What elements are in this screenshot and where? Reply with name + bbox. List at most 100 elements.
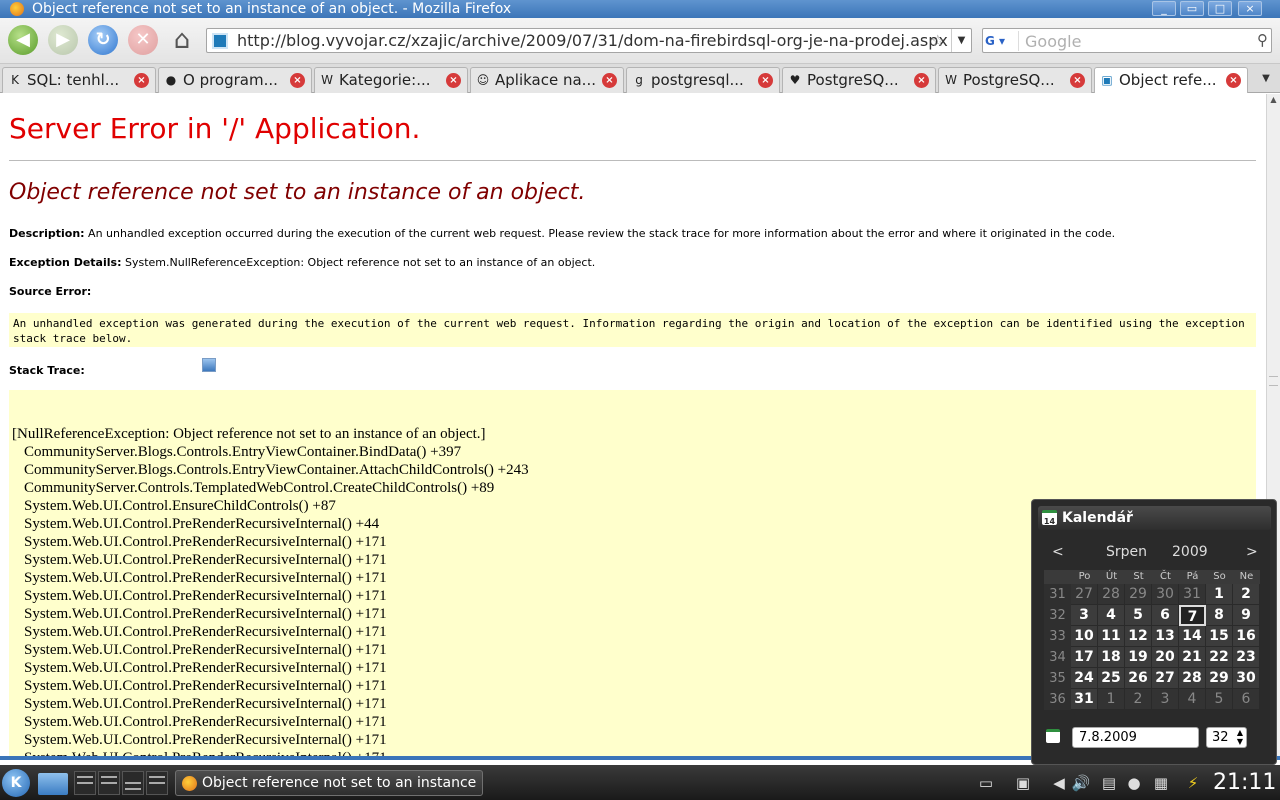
tab-close-icon[interactable]: ×: [1070, 73, 1085, 88]
tab-5[interactable]: ♥ PostgreSQ... ×: [782, 67, 936, 93]
spin-arrows-icon[interactable]: ▲ ▼: [1237, 728, 1243, 746]
reload-button[interactable]: ↻: [88, 25, 118, 55]
scroll-up-icon[interactable]: ▲: [1267, 94, 1280, 106]
network-icon[interactable]: ▣: [1010, 771, 1036, 795]
calendar-day[interactable]: 4: [1098, 605, 1125, 626]
calendar-day[interactable]: 2: [1125, 689, 1152, 710]
calendar-day[interactable]: 4: [1179, 689, 1206, 710]
calendar-day[interactable]: 19: [1125, 647, 1152, 668]
calendar-day[interactable]: 8: [1206, 605, 1233, 626]
calendar-day[interactable]: 18: [1098, 647, 1125, 668]
tab-0[interactable]: K SQL: tenhl... ×: [2, 67, 156, 93]
calendar-day[interactable]: 25: [1098, 668, 1125, 689]
keyboard-icon[interactable]: ▦: [1148, 771, 1174, 795]
next-month-button[interactable]: >: [1246, 544, 1258, 560]
desktop-pager-3[interactable]: [122, 771, 144, 795]
volume-icon[interactable]: 🔊: [1070, 771, 1092, 795]
calendar-day[interactable]: 21: [1179, 647, 1206, 668]
calendar-day[interactable]: 29: [1206, 668, 1233, 689]
calendar-day[interactable]: 1: [1098, 689, 1125, 710]
calendar-day[interactable]: 22: [1206, 647, 1233, 668]
desktop-pager-2[interactable]: [98, 771, 120, 795]
tab-list-dropdown[interactable]: ▼: [1254, 67, 1278, 91]
date-input[interactable]: [1072, 727, 1199, 748]
minimize-button[interactable]: _: [1152, 1, 1176, 16]
calendar-day[interactable]: 3: [1071, 605, 1098, 626]
tab-close-icon[interactable]: ×: [758, 73, 773, 88]
tab-4[interactable]: g postgresql... ×: [626, 67, 780, 93]
tab-close-icon[interactable]: ×: [134, 73, 149, 88]
calendar-day[interactable]: 12: [1125, 626, 1152, 647]
week-number[interactable]: 33: [1044, 626, 1071, 647]
search-engine-selector[interactable]: G ▾: [985, 31, 1019, 51]
calendar-day[interactable]: 29: [1125, 584, 1152, 605]
calendar-day[interactable]: 20: [1152, 647, 1179, 668]
restore-button[interactable]: ▭: [1180, 1, 1204, 16]
battery-icon[interactable]: ⚡: [1180, 771, 1206, 795]
calendar-day[interactable]: 6: [1233, 689, 1260, 710]
calendar-day-today[interactable]: 7: [1179, 605, 1206, 626]
tab-6[interactable]: W PostgreSQ... ×: [938, 67, 1092, 93]
calendar-day[interactable]: 28: [1179, 668, 1206, 689]
prev-month-button[interactable]: <: [1052, 544, 1064, 560]
url-bar[interactable]: http://blog.vyvojar.cz/xzajic/archive/20…: [206, 28, 972, 53]
terminal-icon[interactable]: ▭: [972, 771, 1000, 795]
calendar-day[interactable]: 31: [1179, 584, 1206, 605]
year-label[interactable]: 2009: [1172, 544, 1208, 560]
date-picker-icon[interactable]: [1046, 729, 1060, 743]
home-button[interactable]: ⌂: [166, 24, 198, 56]
calendar-day[interactable]: 26: [1125, 668, 1152, 689]
calendar-day[interactable]: 27: [1071, 584, 1098, 605]
window-titlebar[interactable]: Object reference not set to an instance …: [0, 0, 1280, 18]
week-number[interactable]: 35: [1044, 668, 1071, 689]
taskbar-firefox-task[interactable]: Object reference not set to an instance: [175, 770, 483, 796]
calendar-day[interactable]: 5: [1125, 605, 1152, 626]
calendar-day[interactable]: 13: [1152, 626, 1179, 647]
calendar-day[interactable]: 3: [1152, 689, 1179, 710]
back-button[interactable]: ◀: [8, 25, 38, 55]
calendar-day[interactable]: 24: [1071, 668, 1098, 689]
tab-close-icon[interactable]: ×: [602, 73, 617, 88]
bookmark-star-icon[interactable]: ☆: [931, 31, 945, 50]
calendar-day[interactable]: 9: [1233, 605, 1260, 626]
calendar-day[interactable]: 10: [1071, 626, 1098, 647]
scroll-grip[interactable]: [1269, 376, 1278, 386]
clock[interactable]: 21:11: [1213, 769, 1276, 797]
search-input[interactable]: [1023, 31, 1243, 51]
tab-close-icon[interactable]: ×: [446, 73, 461, 88]
calendar-day[interactable]: 15: [1206, 626, 1233, 647]
tab-close-icon[interactable]: ×: [914, 73, 929, 88]
week-number-spinbox[interactable]: 32 ▲ ▼: [1206, 727, 1247, 748]
url-history-dropdown[interactable]: ▼: [951, 29, 971, 52]
month-label[interactable]: Srpen: [1106, 544, 1147, 560]
calendar-day[interactable]: 28: [1098, 584, 1125, 605]
tab-3[interactable]: ☺ Aplikace na... ×: [470, 67, 624, 93]
calendar-day[interactable]: 2: [1233, 584, 1260, 605]
calendar-day[interactable]: 31: [1071, 689, 1098, 710]
maximize-button[interactable]: □: [1208, 1, 1232, 16]
desktop-pager-1[interactable]: [74, 771, 96, 795]
folder-icon[interactable]: [38, 773, 68, 795]
forward-button[interactable]: ▶: [48, 25, 78, 55]
stop-button[interactable]: ✕: [128, 25, 158, 55]
kde-menu-button[interactable]: K: [2, 769, 30, 797]
tab-7-active[interactable]: ▣ Object refe... ×: [1094, 67, 1248, 93]
calendar-day[interactable]: 16: [1233, 626, 1260, 647]
tab-1[interactable]: ● O program... ×: [158, 67, 312, 93]
tab-close-icon[interactable]: ×: [290, 73, 305, 88]
tab-2[interactable]: W Kategorie:... ×: [314, 67, 468, 93]
calendar-day[interactable]: 6: [1152, 605, 1179, 626]
bulb-icon[interactable]: ●: [1124, 771, 1144, 795]
calendar-day[interactable]: 23: [1233, 647, 1260, 668]
calendar-day[interactable]: 17: [1071, 647, 1098, 668]
calendar-day[interactable]: 11: [1098, 626, 1125, 647]
calendar-day[interactable]: 5: [1206, 689, 1233, 710]
tab-close-icon[interactable]: ×: [1226, 73, 1241, 88]
url-text[interactable]: http://blog.vyvojar.cz/xzajic/archive/20…: [237, 29, 948, 53]
week-number[interactable]: 34: [1044, 647, 1071, 668]
calendar-day[interactable]: 27: [1152, 668, 1179, 689]
calendar-day[interactable]: 14: [1179, 626, 1206, 647]
week-number[interactable]: 36: [1044, 689, 1071, 710]
close-window-button[interactable]: ×: [1238, 1, 1262, 16]
week-number[interactable]: 32: [1044, 605, 1071, 626]
